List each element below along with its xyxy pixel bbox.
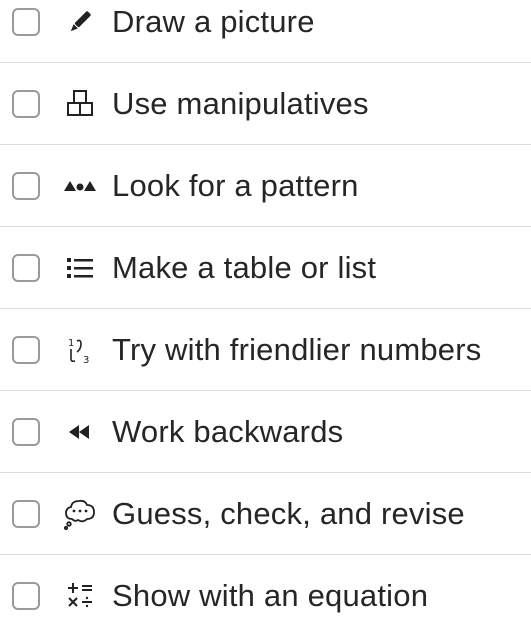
strategy-label: Use manipulatives [112, 86, 369, 121]
blocks-icon [62, 86, 98, 122]
checkbox[interactable] [12, 500, 40, 528]
pattern-icon [62, 168, 98, 204]
pencil-icon [62, 4, 98, 40]
math-operators-icon [62, 578, 98, 614]
list-icon [62, 250, 98, 286]
checkbox[interactable] [12, 418, 40, 446]
strategy-label: Look for a pattern [112, 168, 359, 203]
strategy-label: Work backwards [112, 414, 344, 449]
thought-bubble-icon [62, 496, 98, 532]
checkbox[interactable] [12, 254, 40, 282]
checkbox[interactable] [12, 8, 40, 36]
strategy-label: Try with friendlier numbers [112, 332, 482, 367]
strategy-item-guess-check-and-revise[interactable]: Guess, check, and revise [0, 473, 531, 555]
strategy-item-draw-a-picture[interactable]: Draw a picture [0, 0, 531, 63]
numbers-icon: 1 3 [62, 332, 98, 368]
strategy-item-work-backwards[interactable]: Work backwards [0, 391, 531, 473]
svg-text:1: 1 [68, 338, 74, 349]
strategy-item-try-with-friendlier-numbers[interactable]: 1 3 Try with friendlier numbers [0, 309, 531, 391]
strategy-label: Show with an equation [112, 578, 429, 613]
strategy-checklist: Draw a picture Use manipulatives Look fo… [0, 0, 531, 613]
checkbox[interactable] [12, 172, 40, 200]
checkbox[interactable] [12, 90, 40, 118]
strategy-label: Guess, check, and revise [112, 496, 465, 531]
checkbox[interactable] [12, 336, 40, 364]
checkbox[interactable] [12, 582, 40, 610]
svg-text:3: 3 [83, 355, 89, 365]
rewind-icon [62, 414, 98, 450]
strategy-item-look-for-a-pattern[interactable]: Look for a pattern [0, 145, 531, 227]
strategy-item-use-manipulatives[interactable]: Use manipulatives [0, 63, 531, 145]
strategy-label: Make a table or list [112, 250, 377, 285]
strategy-label: Draw a picture [112, 4, 315, 39]
strategy-item-show-with-an-equation[interactable]: Show with an equation [0, 555, 531, 637]
strategy-item-make-a-table-or-list[interactable]: Make a table or list [0, 227, 531, 309]
